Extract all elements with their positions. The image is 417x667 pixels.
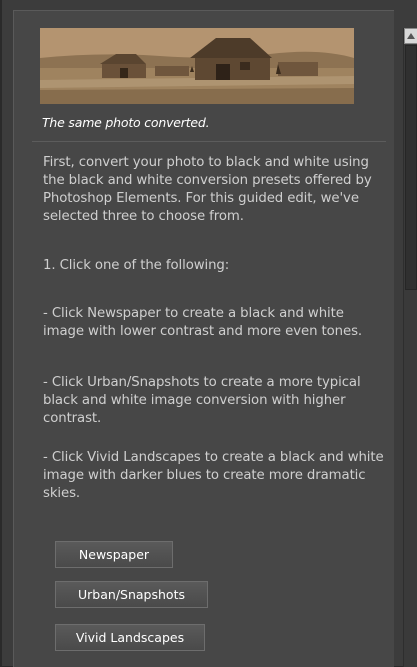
photo-caption: The same photo converted.	[42, 115, 210, 130]
step-instruction: 1. Click one of the following:	[43, 258, 230, 273]
scroll-up-arrow-icon[interactable]	[404, 28, 417, 44]
newspaper-description: - Click Newspaper to create a black and …	[43, 306, 363, 339]
urban-snapshots-description: - Click Urban/Snapshots to create a more…	[43, 375, 361, 426]
barn-landscape-image	[40, 28, 354, 104]
vivid-landscapes-description: - Click Vivid Landscapes to create a bla…	[43, 450, 384, 501]
section-divider	[32, 141, 386, 142]
sepia-photo-preview	[40, 28, 354, 104]
guided-edit-window: The same photo converted. First, convert…	[0, 0, 417, 667]
intro-paragraph: First, convert your photo to black and w…	[43, 155, 372, 224]
newspaper-button[interactable]: Newspaper	[55, 541, 173, 568]
scrollbar-track[interactable]	[405, 528, 417, 568]
scrollbar-thumb[interactable]	[405, 45, 417, 290]
urban-snapshots-button[interactable]: Urban/Snapshots	[55, 581, 208, 608]
triangle-up-icon	[407, 33, 415, 39]
vertical-scrollbar[interactable]	[403, 28, 417, 667]
vivid-landscapes-button[interactable]: Vivid Landscapes	[55, 624, 205, 651]
